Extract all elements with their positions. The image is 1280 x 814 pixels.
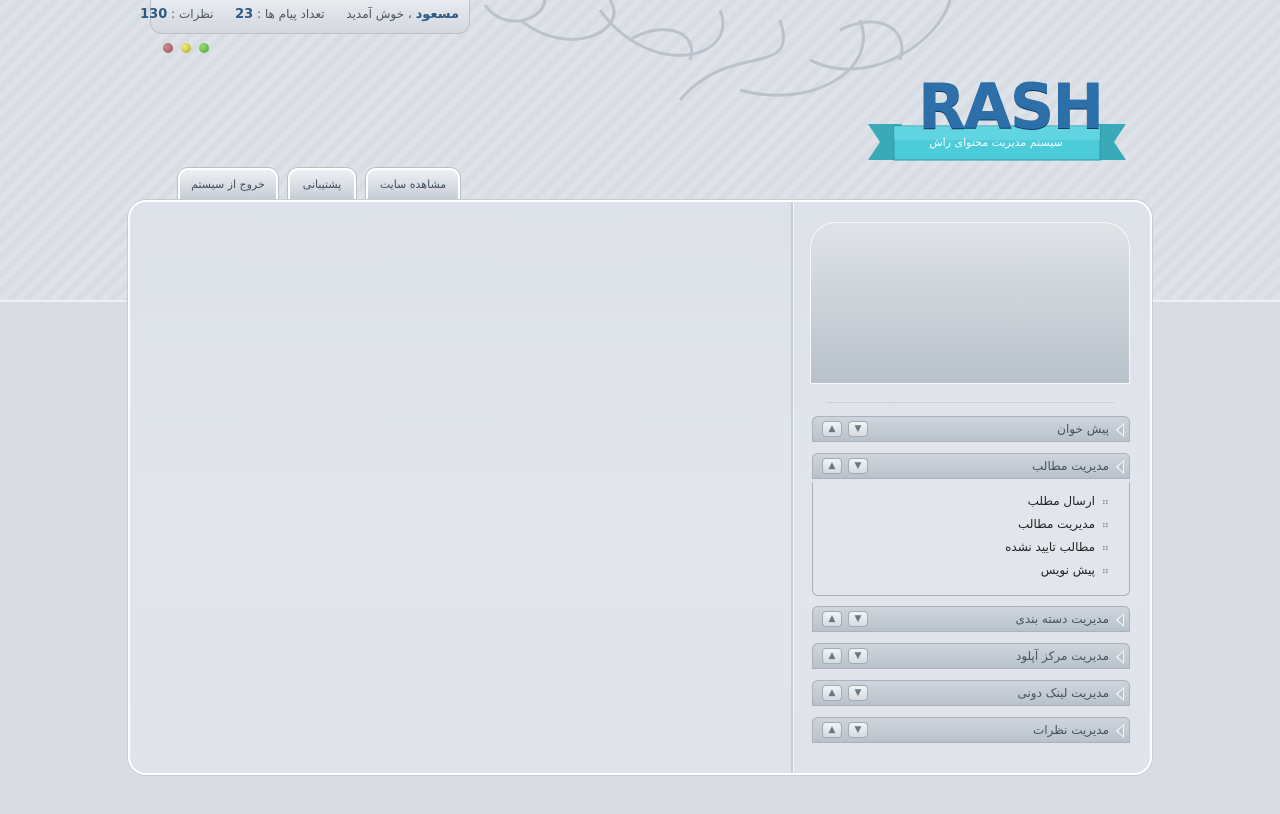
welcome-text: ، خوش آمدید bbox=[346, 7, 412, 21]
menu-comments[interactable]: مدیریت نظرات ▲ ▼ bbox=[812, 717, 1130, 743]
move-up-icon[interactable]: ▲ bbox=[822, 458, 842, 474]
menu-title: مدیریت مطالب bbox=[1032, 459, 1109, 473]
tab-support[interactable]: پشتیبانی bbox=[288, 168, 356, 200]
grip-icon: ⠶ bbox=[1101, 543, 1109, 554]
logo-tagline: سیستم مدیریت محتوای راش bbox=[929, 136, 1063, 149]
grip-icon: ⠶ bbox=[1101, 520, 1109, 531]
expand-arrow-icon bbox=[1116, 687, 1124, 701]
expand-arrow-icon bbox=[1116, 423, 1124, 437]
expand-arrow-icon bbox=[1116, 650, 1124, 664]
menu-title: مدیریت لینک دونی bbox=[1017, 686, 1109, 700]
submenu-item-unapproved-posts[interactable]: ⠶مطالب تایید نشده bbox=[813, 540, 1109, 563]
main-panel: پیش خوان ▲ ▼ مدیریت مطالب ▲ ▼ ⠶ارسال مطل… bbox=[128, 200, 1152, 775]
sidebar-separator bbox=[826, 402, 1114, 403]
content-divider bbox=[791, 202, 794, 773]
status-dots bbox=[163, 42, 217, 56]
menu-dashboard[interactable]: پیش خوان ▲ ▼ bbox=[812, 416, 1130, 442]
menu-posts[interactable]: مدیریت مطالب ▲ ▼ bbox=[812, 453, 1130, 479]
move-down-icon[interactable]: ▼ bbox=[848, 458, 868, 474]
move-down-icon[interactable]: ▼ bbox=[848, 611, 868, 627]
submenu-item-new-post[interactable]: ⠶ارسال مطلب bbox=[813, 494, 1109, 517]
menu-title: مدیریت نظرات bbox=[1032, 723, 1109, 737]
tab-view-site[interactable]: مشاهده سایت bbox=[366, 168, 460, 200]
expand-arrow-icon bbox=[1116, 460, 1124, 474]
status-dot-yellow bbox=[181, 43, 191, 53]
messages-label: تعداد پیام ها : bbox=[256, 7, 325, 21]
grip-icon: ⠶ bbox=[1101, 566, 1109, 577]
move-down-icon[interactable]: ▼ bbox=[848, 421, 868, 437]
sidebar-top-box bbox=[810, 222, 1130, 384]
move-up-icon[interactable]: ▲ bbox=[822, 722, 842, 738]
grip-icon: ⠶ bbox=[1101, 497, 1109, 508]
menu-linkdump[interactable]: مدیریت لینک دونی ▲ ▼ bbox=[812, 680, 1130, 706]
comments-count[interactable]: 130 bbox=[140, 7, 167, 22]
menu-upload-center[interactable]: مدیریت مرکز آپلود ▲ ▼ bbox=[812, 643, 1130, 669]
submenu-item-drafts[interactable]: ⠶پیش نویس bbox=[813, 563, 1109, 586]
move-down-icon[interactable]: ▼ bbox=[848, 722, 868, 738]
status-dot-green bbox=[199, 43, 209, 53]
status-dot-red bbox=[163, 43, 173, 53]
tab-logout[interactable]: خروج از سیستم bbox=[178, 168, 278, 200]
logo: RASH سیستم مدیریت محتوای راش bbox=[868, 70, 1126, 168]
menu-title: پیش خوان bbox=[1057, 422, 1109, 436]
messages-count[interactable]: 23 bbox=[235, 7, 253, 22]
move-up-icon[interactable]: ▲ bbox=[822, 421, 842, 437]
content-area bbox=[130, 202, 790, 773]
menu-title: مدیریت مرکز آپلود bbox=[1015, 649, 1109, 663]
move-down-icon[interactable]: ▼ bbox=[848, 685, 868, 701]
move-up-icon[interactable]: ▲ bbox=[822, 685, 842, 701]
menu-title: مدیریت دسته بندی bbox=[1015, 612, 1109, 626]
expand-arrow-icon bbox=[1116, 613, 1124, 627]
username[interactable]: مسعود bbox=[416, 7, 459, 22]
expand-arrow-icon bbox=[1116, 724, 1124, 738]
submenu-item-manage-posts[interactable]: ⠶مدیریت مطالب bbox=[813, 517, 1109, 540]
move-down-icon[interactable]: ▼ bbox=[848, 648, 868, 664]
menu-categories[interactable]: مدیریت دسته بندی ▲ ▼ bbox=[812, 606, 1130, 632]
user-info-bar: مسعود ، خوش آمدید تعداد پیام ها : 23 نظر… bbox=[140, 0, 470, 34]
logo-text: RASH bbox=[918, 70, 1104, 143]
move-up-icon[interactable]: ▲ bbox=[822, 648, 842, 664]
submenu-posts: ⠶ارسال مطلب ⠶مدیریت مطالب ⠶مطالب تایید ن… bbox=[812, 482, 1130, 596]
comments-label: نظرات : bbox=[171, 7, 214, 21]
move-up-icon[interactable]: ▲ bbox=[822, 611, 842, 627]
